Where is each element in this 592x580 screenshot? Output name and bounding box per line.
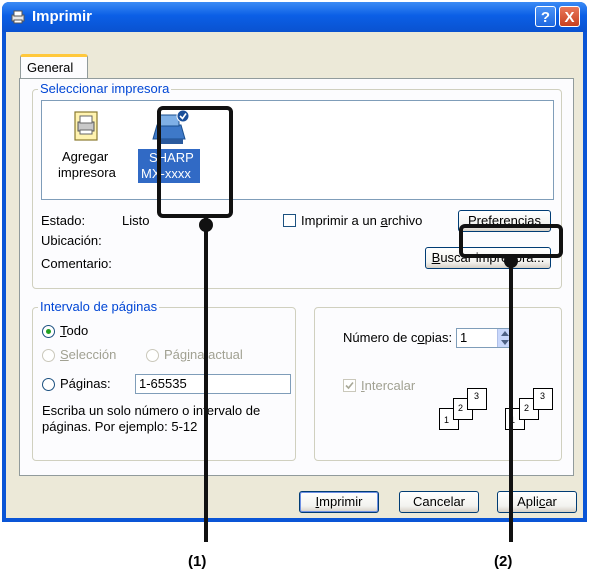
cancel-button[interactable]: Cancelar [399, 491, 479, 513]
collate-page: 3 [533, 388, 553, 410]
page-range-legend: Intervalo de páginas [38, 299, 160, 314]
printer-list[interactable]: Agregar impresora SHARP MX-xxxx [41, 100, 554, 200]
range-hint-line1: Escriba un solo número o intervalo de [42, 403, 261, 418]
title-bar[interactable]: Imprimir ? X [2, 2, 587, 32]
select-printer-legend: Seleccionar impresora [38, 81, 172, 96]
callout-label-1: (1) [188, 553, 207, 570]
collate-checkbox[interactable] [343, 379, 356, 392]
range-selection-radio[interactable] [42, 349, 55, 362]
range-selection-label[interactable]: Selección [60, 347, 116, 362]
callout-line-2 [509, 258, 513, 542]
tab-general-label: General [27, 60, 74, 75]
general-tab-panel: Seleccionar impresora Agregar impresora [19, 78, 574, 476]
status-label: Estado: [41, 213, 86, 228]
callout-box-printer [157, 106, 233, 218]
printer-item-add[interactable]: Agregar impresora [48, 107, 120, 195]
printer-app-icon [11, 10, 25, 24]
window-title: Imprimir [32, 8, 93, 25]
collate-page: 3 [467, 388, 487, 410]
spin-up-icon[interactable] [501, 331, 509, 336]
copies-label: Número de copias: [343, 330, 453, 345]
checkmark-icon [345, 381, 354, 390]
add-printer-label-line1: Agregar [62, 149, 109, 164]
range-pages-label[interactable]: Páginas: [60, 376, 111, 391]
callout-box-preferences [459, 224, 563, 258]
range-hint-line2: páginas. Por ejemplo: 5-12 [42, 419, 198, 434]
range-all-radio[interactable] [42, 325, 55, 338]
select-printer-group: Seleccionar impresora Agregar impresora [32, 81, 562, 289]
range-current-radio[interactable] [146, 349, 159, 362]
comment-label: Comentario: [41, 256, 112, 271]
print-dialog-window: Imprimir ? X General Seleccionar impreso… [2, 2, 587, 522]
add-printer-label-line2: impresora [58, 165, 116, 180]
help-button[interactable]: ? [535, 6, 556, 27]
spin-down-icon[interactable] [501, 340, 509, 345]
range-all-label[interactable]: Todo [60, 323, 88, 338]
callout-dot-2 [504, 254, 518, 268]
range-pages-radio[interactable] [42, 378, 55, 391]
pages-input[interactable]: 1-65535 [135, 374, 291, 394]
location-label: Ubicación: [41, 233, 102, 248]
page-range-group: Intervalo de páginas Todo Selección Pági… [32, 299, 296, 461]
callout-label-2: (2) [494, 553, 513, 570]
status-value: Listo [122, 213, 150, 228]
print-to-file-checkbox[interactable] [283, 214, 296, 227]
dialog-client-area: General Seleccionar impresora Agregar im… [6, 32, 583, 518]
tab-general[interactable]: General [20, 54, 88, 78]
print-button[interactable]: Imprimir [299, 491, 379, 513]
collate-label[interactable]: Intercalar [361, 378, 415, 393]
copies-group: Número de copias: 1 Intercalar 1 2 3 2 3 [314, 307, 562, 461]
print-to-file-label[interactable]: Imprimir a un archivo [301, 213, 422, 228]
add-printer-icon [74, 111, 98, 141]
callout-dot-1 [199, 218, 213, 232]
callout-line-1 [204, 218, 208, 542]
collate-illustration: 1 2 3 1 2 3 [439, 386, 559, 432]
close-button[interactable]: X [559, 6, 580, 27]
